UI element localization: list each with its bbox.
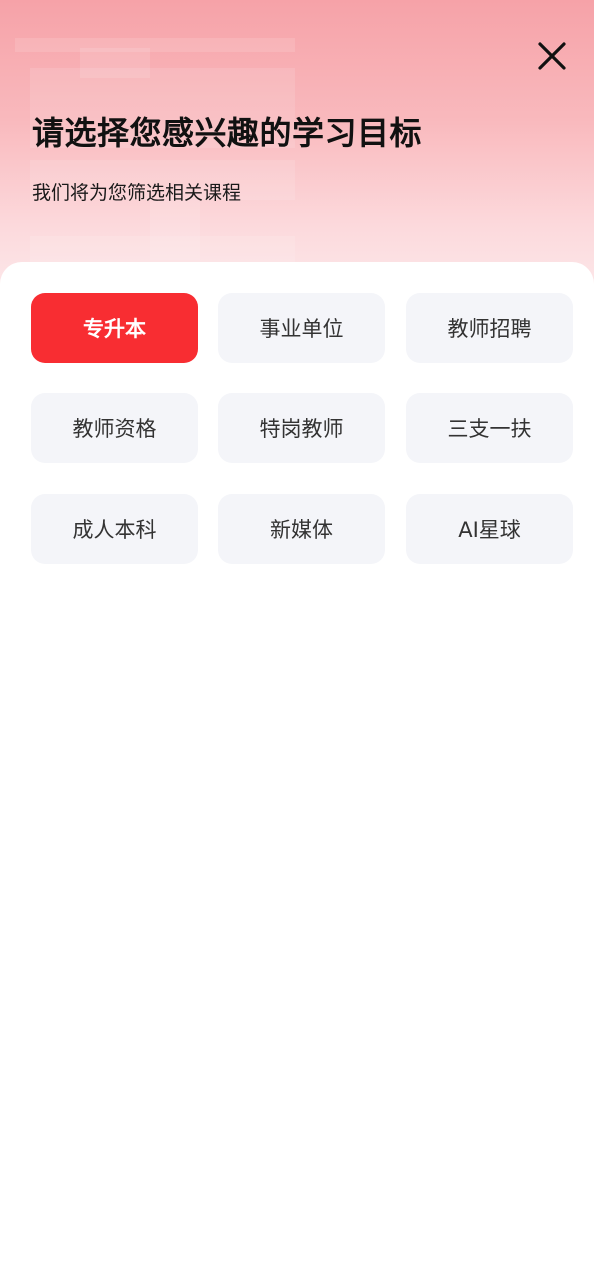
option-特岗教师[interactable]: 特岗教师 bbox=[218, 393, 385, 463]
option-专升本[interactable]: 专升本 bbox=[31, 293, 198, 363]
option-教师招聘[interactable]: 教师招聘 bbox=[406, 293, 573, 363]
page-title: 请选择您感兴趣的学习目标 bbox=[32, 114, 423, 152]
option-成人本科[interactable]: 成人本科 bbox=[31, 494, 198, 564]
header-banner: 请选择您感兴趣的学习目标 我们将为您筛选相关课程 bbox=[0, 0, 594, 300]
option-三支一扶[interactable]: 三支一扶 bbox=[406, 393, 573, 463]
option-事业单位[interactable]: 事业单位 bbox=[218, 293, 385, 363]
close-icon bbox=[538, 42, 566, 70]
option-新媒体[interactable]: 新媒体 bbox=[218, 494, 385, 564]
goal-selection-page: 请选择您感兴趣的学习目标 我们将为您筛选相关课程 专升本 事业单位 教师招聘 教… bbox=[0, 0, 594, 1280]
page-subtitle: 我们将为您筛选相关课程 bbox=[32, 182, 242, 204]
option-AI星球[interactable]: AI星球 bbox=[406, 494, 573, 564]
option-教师资格[interactable]: 教师资格 bbox=[31, 393, 198, 463]
close-button[interactable] bbox=[532, 38, 572, 78]
options-sheet: 专升本 事业单位 教师招聘 教师资格 特岗教师 三支一扶 成人本科 新媒体 AI… bbox=[0, 262, 594, 1280]
